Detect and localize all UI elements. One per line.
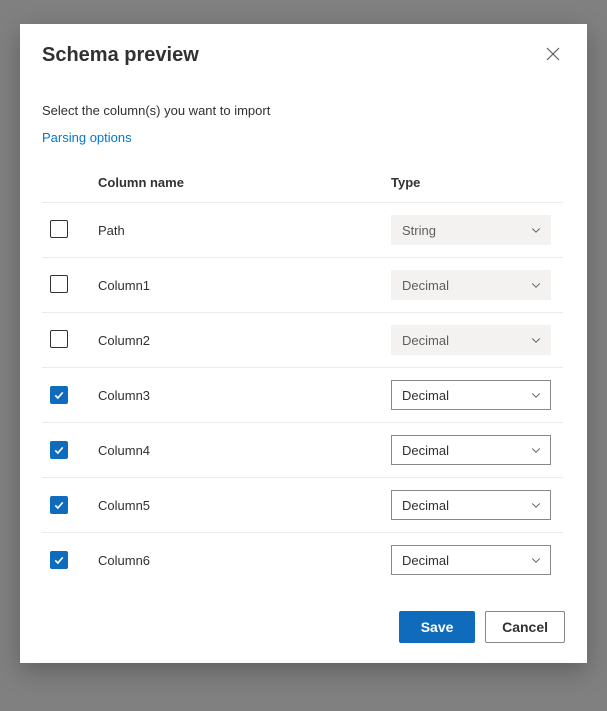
save-button[interactable]: Save — [399, 611, 475, 643]
chevron-down-icon — [530, 444, 542, 456]
table-row: Column5 Decimal — [42, 478, 563, 533]
type-select-value: Decimal — [402, 388, 449, 403]
dialog-body: Select the column(s) you want to import … — [20, 79, 587, 595]
header-type: Type — [383, 165, 563, 203]
chevron-down-icon — [530, 279, 542, 291]
type-select: Decimal — [391, 270, 551, 300]
type-select-value: Decimal — [402, 278, 449, 293]
columns-table: Column name Type Path String Column1 Decima… — [42, 165, 563, 587]
column-name-cell: Column6 — [90, 533, 383, 588]
close-icon — [545, 46, 561, 65]
type-select[interactable]: Decimal — [391, 545, 551, 575]
table-row: Column4 Decimal — [42, 423, 563, 478]
columns-scroll-area[interactable]: Column name Type Path String Column1 Decima… — [42, 165, 565, 595]
table-row: Column3 Decimal — [42, 368, 563, 423]
type-select: Decimal — [391, 325, 551, 355]
dialog-footer: Save Cancel — [20, 595, 587, 663]
table-row: Path String — [42, 203, 563, 258]
row-checkbox[interactable] — [50, 220, 68, 238]
type-select-value: Decimal — [402, 498, 449, 513]
row-checkbox[interactable] — [50, 275, 68, 293]
type-select-value: Decimal — [402, 443, 449, 458]
row-checkbox[interactable] — [50, 496, 68, 514]
dialog-title: Schema preview — [42, 44, 199, 67]
header-checkbox — [42, 165, 90, 203]
chevron-down-icon — [530, 389, 542, 401]
header-column-name: Column name — [90, 165, 383, 203]
row-checkbox[interactable] — [50, 441, 68, 459]
dialog-header: Schema preview — [20, 24, 587, 79]
type-select[interactable]: Decimal — [391, 490, 551, 520]
row-checkbox[interactable] — [50, 386, 68, 404]
column-name-cell: Path — [90, 203, 383, 258]
type-select-value: Decimal — [402, 553, 449, 568]
type-select: String — [391, 215, 551, 245]
table-row: Column6 Decimal — [42, 533, 563, 588]
chevron-down-icon — [530, 554, 542, 566]
table-row: Column2 Decimal — [42, 313, 563, 368]
column-name-cell: Column4 — [90, 423, 383, 478]
dialog-subtitle: Select the column(s) you want to import — [42, 103, 565, 118]
chevron-down-icon — [530, 334, 542, 346]
column-name-cell: Column5 — [90, 478, 383, 533]
column-name-cell: Column1 — [90, 258, 383, 313]
type-select[interactable]: Decimal — [391, 380, 551, 410]
row-checkbox[interactable] — [50, 330, 68, 348]
column-name-cell: Column2 — [90, 313, 383, 368]
close-button[interactable] — [541, 42, 565, 69]
type-select-value: String — [402, 223, 436, 238]
table-row: Column1 Decimal — [42, 258, 563, 313]
cancel-button[interactable]: Cancel — [485, 611, 565, 643]
parsing-options-link[interactable]: Parsing options — [42, 130, 565, 145]
chevron-down-icon — [530, 499, 542, 511]
row-checkbox[interactable] — [50, 551, 68, 569]
type-select[interactable]: Decimal — [391, 435, 551, 465]
column-name-cell: Column3 — [90, 368, 383, 423]
schema-preview-dialog: Schema preview Select the column(s) you … — [20, 24, 587, 663]
chevron-down-icon — [530, 224, 542, 236]
type-select-value: Decimal — [402, 333, 449, 348]
